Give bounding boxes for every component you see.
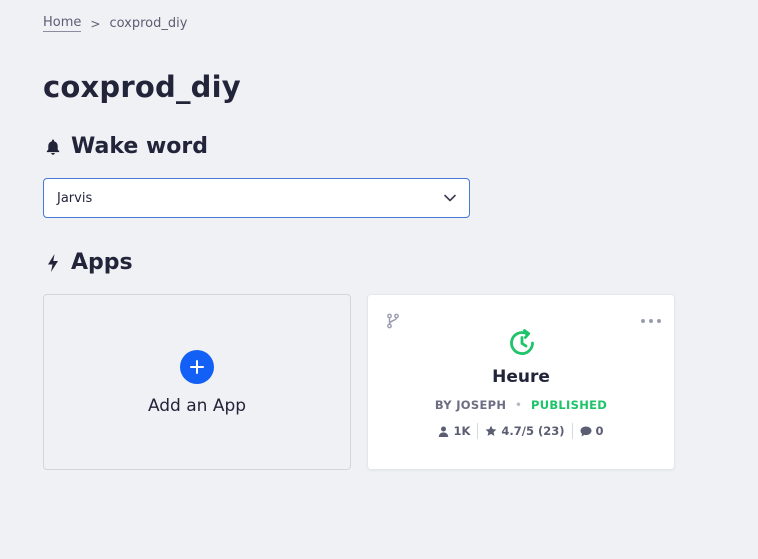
comment-icon: [580, 426, 591, 436]
breadcrumb-current: coxprod_diy: [109, 16, 188, 31]
clock-refresh-icon: [507, 328, 537, 358]
wake-word-select[interactable]: Jarvis: [43, 178, 470, 218]
users-count: 1K: [453, 424, 471, 438]
more-options-icon[interactable]: [640, 311, 662, 323]
apps-heading-label: Apps: [71, 250, 133, 275]
bolt-icon: [43, 253, 63, 273]
add-app-card[interactable]: Add an App: [43, 294, 351, 470]
fork-icon: [386, 313, 400, 329]
app-meta: BY JOSEPH • PUBLISHED: [368, 398, 674, 412]
status-badge: PUBLISHED: [530, 398, 608, 412]
user-icon: [439, 426, 449, 437]
add-app-label: Add an App: [147, 396, 247, 416]
breadcrumb-separator: >: [90, 16, 101, 31]
wake-word-heading-label: Wake word: [71, 134, 208, 159]
stat-divider: [477, 423, 479, 439]
app-stats: 1K 4.7/5 (23) 0: [368, 423, 674, 439]
plus-icon: [180, 350, 214, 384]
app-card[interactable]: Heure BY JOSEPH • PUBLISHED 1K 4.7/5 (23…: [367, 294, 675, 470]
star-icon: [486, 425, 497, 436]
wake-word-heading: Wake word: [43, 134, 208, 159]
breadcrumb-home-link[interactable]: Home: [43, 15, 82, 32]
rating-value: 4.7/5 (23): [501, 424, 565, 438]
bell-icon: [43, 137, 63, 157]
chevron-down-icon: [443, 191, 457, 205]
breadcrumb: Home > coxprod_diy: [43, 15, 187, 32]
wake-word-select-value: Jarvis: [57, 190, 93, 206]
stat-divider: [571, 423, 573, 439]
app-author: BY JOSEPH: [434, 398, 507, 412]
comments-count: 0: [595, 424, 604, 438]
comments-stat: 0: [580, 424, 604, 438]
page-title: coxprod_diy: [43, 70, 241, 104]
meta-dot-separator: •: [515, 399, 522, 411]
apps-heading: Apps: [43, 250, 133, 275]
rating-stat: 4.7/5 (23): [485, 424, 565, 438]
users-stat: 1K: [438, 424, 470, 438]
app-name: Heure: [492, 367, 550, 387]
